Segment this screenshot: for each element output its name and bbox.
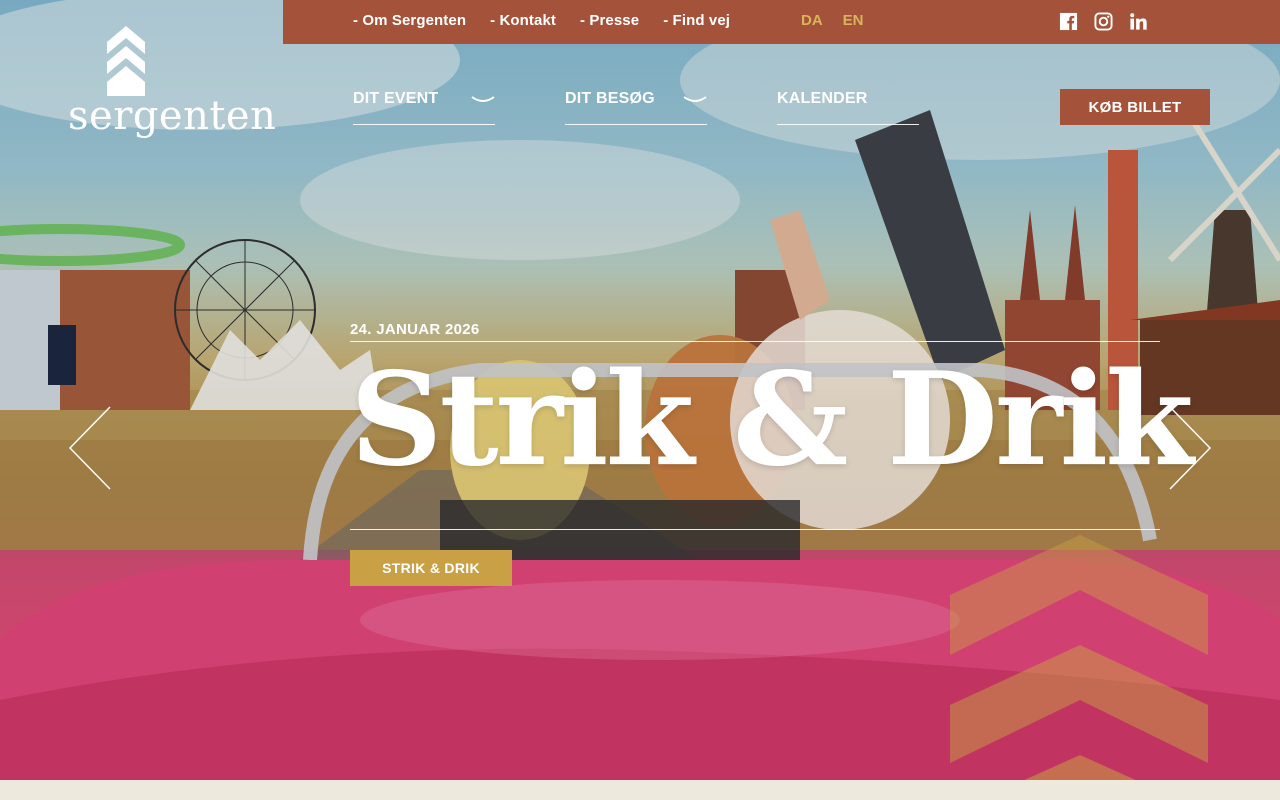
nav-item-kalender[interactable]: KALENDER: [777, 90, 919, 125]
nav-item-dit-event[interactable]: DIT EVENT: [353, 90, 495, 125]
utility-link-om-sergenten[interactable]: - Om Sergenten: [353, 12, 466, 29]
linkedin-icon[interactable]: [1129, 12, 1148, 31]
headline-top-divider: [350, 341, 1160, 342]
nav-item-label: KALENDER: [777, 90, 868, 107]
utility-links: - Om Sergenten - Kontakt - Presse - Find…: [353, 12, 730, 29]
language-switcher: DA EN: [801, 12, 864, 29]
utility-link-find-vej[interactable]: - Find vej: [663, 12, 730, 29]
buy-ticket-button[interactable]: KØB BILLET: [1060, 89, 1210, 125]
nav-item-label: DIT BESØG: [565, 90, 655, 107]
social-links: [1059, 12, 1148, 31]
chevron-left-icon[interactable]: [68, 406, 112, 490]
instagram-icon[interactable]: [1094, 12, 1113, 31]
top-utility-bar: - Om Sergenten - Kontakt - Presse - Find…: [283, 0, 1280, 44]
nav-item-label: DIT EVENT: [353, 90, 439, 107]
chevron-stack-logo-icon: [107, 26, 145, 96]
headline-bottom-divider: [350, 529, 1160, 530]
event-date: 24. JANUAR 2026: [350, 321, 480, 338]
nav-item-dit-besog[interactable]: DIT BESØG: [565, 90, 707, 125]
utility-link-presse[interactable]: - Presse: [580, 12, 639, 29]
facebook-icon[interactable]: [1059, 12, 1078, 31]
logo-wordmark: sergenten: [68, 93, 277, 139]
utility-link-kontakt[interactable]: - Kontakt: [490, 12, 556, 29]
event-headline: Strik & Drik: [350, 345, 1194, 495]
chevron-right-icon[interactable]: [1168, 406, 1212, 490]
decorative-chevrons-icon: [950, 535, 1208, 800]
language-en[interactable]: EN: [843, 12, 864, 29]
sergenten-logo[interactable]: sergenten: [68, 22, 277, 140]
chevron-down-icon: [683, 96, 707, 102]
language-da[interactable]: DA: [801, 12, 823, 29]
chevron-down-icon: [471, 96, 495, 102]
page-bottom-band: [0, 780, 1280, 800]
event-cta-button[interactable]: STRIK & DRIK: [350, 550, 512, 586]
